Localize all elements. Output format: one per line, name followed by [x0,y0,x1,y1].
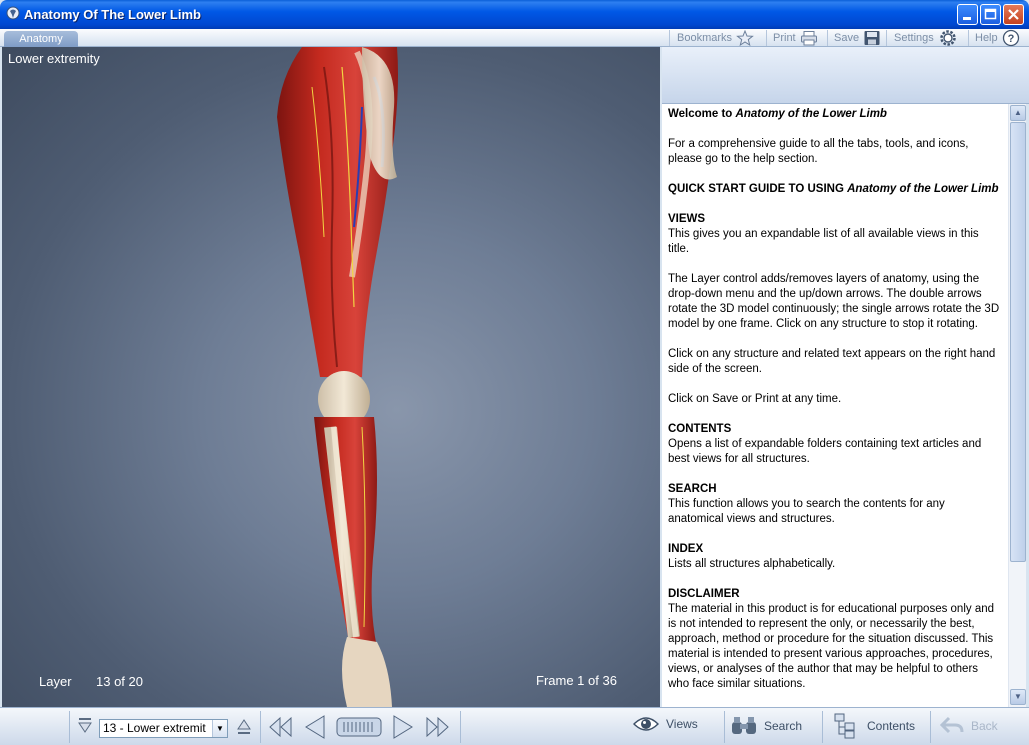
window-title: Anatomy Of The Lower Limb [24,7,201,22]
back-button[interactable]: Back [939,714,998,738]
toolbar-divider [886,30,887,46]
settings-label: Settings [894,32,934,44]
save-text: Click on Save or Print at any time. [668,393,842,405]
help-label: Help [975,32,998,44]
index-heading: INDEX [668,543,704,555]
minimize-icon [963,17,971,20]
anatomy-viewer[interactable]: Lower extremity Layer 13 of 20 Frame 1 o… [2,47,660,707]
contents-label: Contents [867,719,916,733]
views-text: This gives you an expandable list of all… [668,228,979,255]
toolbar-divider [930,711,931,743]
disclaimer-text: The material in this product is for educ… [668,603,995,690]
tab-anatomy[interactable]: Anatomy [4,31,78,47]
minimize-button[interactable] [957,4,978,25]
article-header [662,47,1029,104]
printer-icon [800,31,817,46]
index-text: Lists all structures alphabetically. [668,558,836,570]
app-icon [6,6,20,20]
disclaimer-heading: DISCLAIMER [668,588,740,600]
leg-model[interactable] [2,47,660,707]
bookmarks-button[interactable]: Bookmarks [677,29,754,47]
rotation-slider[interactable] [336,717,382,737]
contents-heading: CONTENTS [668,423,732,435]
bookmarks-label: Bookmarks [677,32,733,44]
views-button[interactable]: Views [632,714,698,734]
layer-label: Layer [39,674,72,689]
print-label: Print [773,32,796,44]
rotate-left-step-icon[interactable] [303,714,327,740]
quickstart-title: Anatomy of the Lower Limb [847,183,999,195]
folder-tree-icon [834,713,855,739]
rotate-right-step-icon[interactable] [391,714,415,740]
svg-text:?: ? [1007,33,1014,45]
settings-button[interactable]: Settings [894,29,958,47]
intro-text: For a comprehensive guide to all the tab… [668,138,969,165]
layer-select-value: 13 - Lower extremit [103,721,206,735]
view-title: Lower extremity [8,51,100,66]
search-heading: SEARCH [668,483,717,495]
toolbar-divider [968,30,969,46]
views-label: Views [666,717,698,731]
search-button[interactable]: Search [730,714,802,738]
toolbar-divider [724,711,725,743]
views-heading: VIEWS [668,213,706,225]
star-icon [736,30,754,46]
article-scrollbar[interactable]: ▲ ▼ [1008,104,1026,707]
help-icon: ? [1002,29,1019,47]
scroll-up-button[interactable]: ▲ [1010,105,1026,121]
binoculars-icon [732,717,756,734]
bottom-toolbar: 13 - Lower extremit ▼ Views Search Conte… [0,707,1029,745]
welcome-title: Anatomy of the Lower Limb [735,108,887,120]
toolbar-divider [460,711,461,743]
layer-down-icon[interactable] [77,716,93,736]
close-button[interactable] [1003,4,1024,25]
eye-icon [633,717,659,731]
layer-text: The Layer control adds/removes layers of… [668,273,1000,330]
article-text: Welcome to Anatomy of the Lower Limb For… [662,104,1008,707]
menu-bar: Anatomy Bookmarks Print Save Settings He… [0,29,1029,47]
back-label: Back [971,719,998,733]
welcome-prefix: Welcome to [668,108,736,120]
maximize-button[interactable] [980,4,1001,25]
print-button[interactable]: Print [773,29,818,47]
maximize-icon [984,8,997,20]
layer-up-icon[interactable] [236,716,252,736]
toolbar-divider [822,711,823,743]
search-text: This function allows you to search the c… [668,498,945,525]
help-button[interactable]: Help ? [975,29,1020,47]
toolbar-divider [827,30,828,46]
gear-icon [940,30,956,46]
layer-select[interactable]: 13 - Lower extremit ▼ [99,719,228,738]
scroll-thumb[interactable] [1010,122,1026,562]
floppy-disk-icon [864,31,880,45]
title-bar: Anatomy Of The Lower Limb [0,0,1029,29]
frame-counter: Frame 1 of 36 [536,673,617,688]
toolbar-divider [669,30,670,46]
toolbar-divider [260,711,261,743]
save-label: Save [834,32,860,44]
back-arrow-icon [939,716,964,734]
contents-text: Opens a list of expandable folders conta… [668,438,982,465]
close-icon [1008,9,1019,20]
click-text: Click on any structure and related text … [668,348,996,375]
search-label: Search [764,719,803,733]
toolbar-divider [766,30,767,46]
contents-button[interactable]: Contents [833,712,915,740]
rotate-left-continuous-icon[interactable] [268,715,294,739]
chevron-down-icon: ▼ [212,720,227,737]
scroll-down-button[interactable]: ▼ [1010,689,1026,705]
rotate-right-continuous-icon[interactable] [424,715,450,739]
toolbar-divider [69,711,70,743]
quickstart-prefix: QUICK START GUIDE TO USING [668,183,848,195]
layer-value: 13 of 20 [96,674,143,689]
save-button[interactable]: Save [834,29,881,47]
